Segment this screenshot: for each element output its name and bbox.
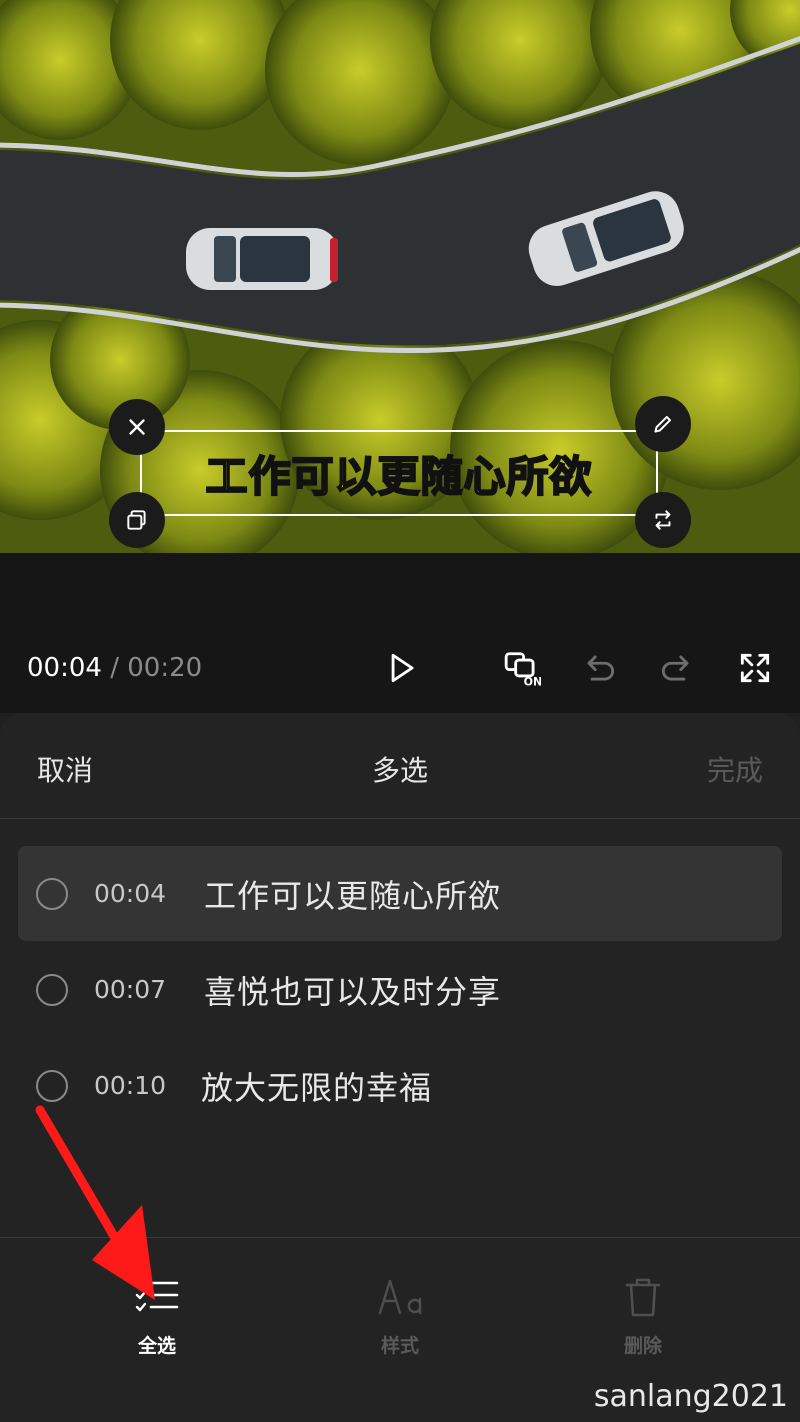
text-style-icon [378,1279,422,1315]
trash-icon [625,1278,661,1317]
style-label: 样式 [380,1335,419,1357]
list-item[interactable]: 00:04 工作可以更随心所欲 [18,846,782,941]
style-button[interactable]: 样式 [340,1273,460,1358]
undo-icon [587,655,615,681]
watermark: sanlang2021 [593,1379,788,1414]
panel-header: 多选 取消 完成 [0,713,800,819]
total-time: 00:20 [127,653,203,683]
delete-subtitle-button[interactable] [109,399,165,455]
multi-select-panel: 多选 取消 完成 00:04 工作可以更随心所欲 00:07 喜悦也可以及时分享… [0,713,800,1422]
keyframe-on-icon: ON [504,652,541,687]
item-time: 00:07 [94,975,167,1004]
play-icon [391,653,414,683]
select-all-icon [135,1278,179,1312]
undo-button[interactable] [580,648,620,688]
copy-icon [127,510,146,530]
playback-bar: 00:04 / 00:20 ON [0,623,800,713]
item-text: 喜悦也可以及时分享 [204,972,502,1011]
select-radio[interactable] [36,1069,68,1102]
rotate-icon [655,510,671,530]
cancel-button[interactable]: 取消 [37,749,93,789]
delete-label: 删除 [623,1335,662,1357]
select-all-label: 全选 [137,1335,176,1357]
redo-icon [661,655,689,681]
fullscreen-button[interactable] [735,648,775,688]
subtitle-list: 00:04 工作可以更随心所欲 00:07 喜悦也可以及时分享 00:10 放大… [18,846,782,1134]
pencil-icon [654,415,672,433]
video-preview[interactable]: 工作可以更随心所欲 [0,0,800,553]
item-time: 00:04 [94,879,167,908]
copy-subtitle-button[interactable] [109,492,165,548]
time-display: 00:04 / 00:20 [27,653,202,683]
edit-subtitle-button[interactable] [635,396,691,452]
close-icon [129,419,145,435]
item-time: 00:10 [94,1071,167,1100]
panel-title: 多选 [371,754,428,787]
toolbar-divider [0,1237,800,1238]
item-text: 放大无限的幸福 [201,1068,433,1107]
redo-button[interactable] [656,648,696,688]
play-button[interactable] [381,648,421,688]
select-radio[interactable] [36,877,68,910]
fullscreen-icon [740,653,770,683]
subtitle-selection-box[interactable]: 工作可以更随心所欲 [140,430,658,516]
toggle-badge: ON [524,675,541,687]
preview-spacer [0,553,800,623]
keyframe-toggle-button[interactable]: ON [502,648,542,688]
select-radio[interactable] [36,973,68,1006]
car-left [186,228,338,290]
subtitle-text[interactable]: 工作可以更随心所欲 [204,443,592,504]
select-all-button[interactable]: 全选 [97,1273,217,1358]
done-button[interactable]: 完成 [707,749,763,789]
time-separator: / [110,653,119,683]
list-item[interactable]: 00:07 喜悦也可以及时分享 [18,942,782,1037]
item-text: 工作可以更随心所欲 [204,876,502,915]
current-time: 00:04 [27,653,102,683]
delete-button[interactable]: 删除 [583,1273,703,1358]
rotate-scale-handle[interactable] [635,492,691,548]
list-item[interactable]: 00:10 放大无限的幸福 [18,1038,782,1133]
